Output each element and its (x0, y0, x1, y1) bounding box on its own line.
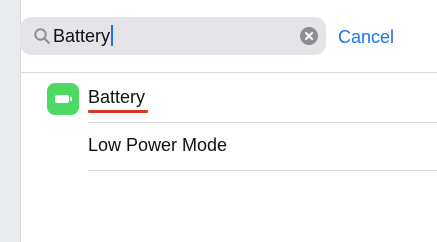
header-divider (20, 72, 437, 73)
result-label: Battery (88, 87, 146, 107)
result-label: Low Power Mode (88, 135, 228, 155)
highlight-underline (88, 110, 148, 113)
search-input[interactable]: Battery (20, 17, 326, 55)
cancel-button[interactable]: Cancel (338, 26, 394, 48)
clear-x-icon (305, 32, 313, 40)
search-result-battery[interactable]: Battery (20, 74, 437, 123)
search-text: Battery (53, 25, 114, 47)
row-divider (88, 170, 437, 171)
battery-tip (70, 97, 72, 101)
text-caret (111, 25, 114, 46)
search-icon (34, 28, 50, 44)
search-bar: Battery Cancel (20, 17, 432, 57)
search-value: Battery (53, 26, 111, 46)
battery-icon (47, 83, 79, 115)
search-result-low-power-mode[interactable]: Low Power Mode (20, 122, 437, 171)
clear-icon[interactable] (300, 27, 318, 45)
battery-glyph (55, 95, 69, 103)
